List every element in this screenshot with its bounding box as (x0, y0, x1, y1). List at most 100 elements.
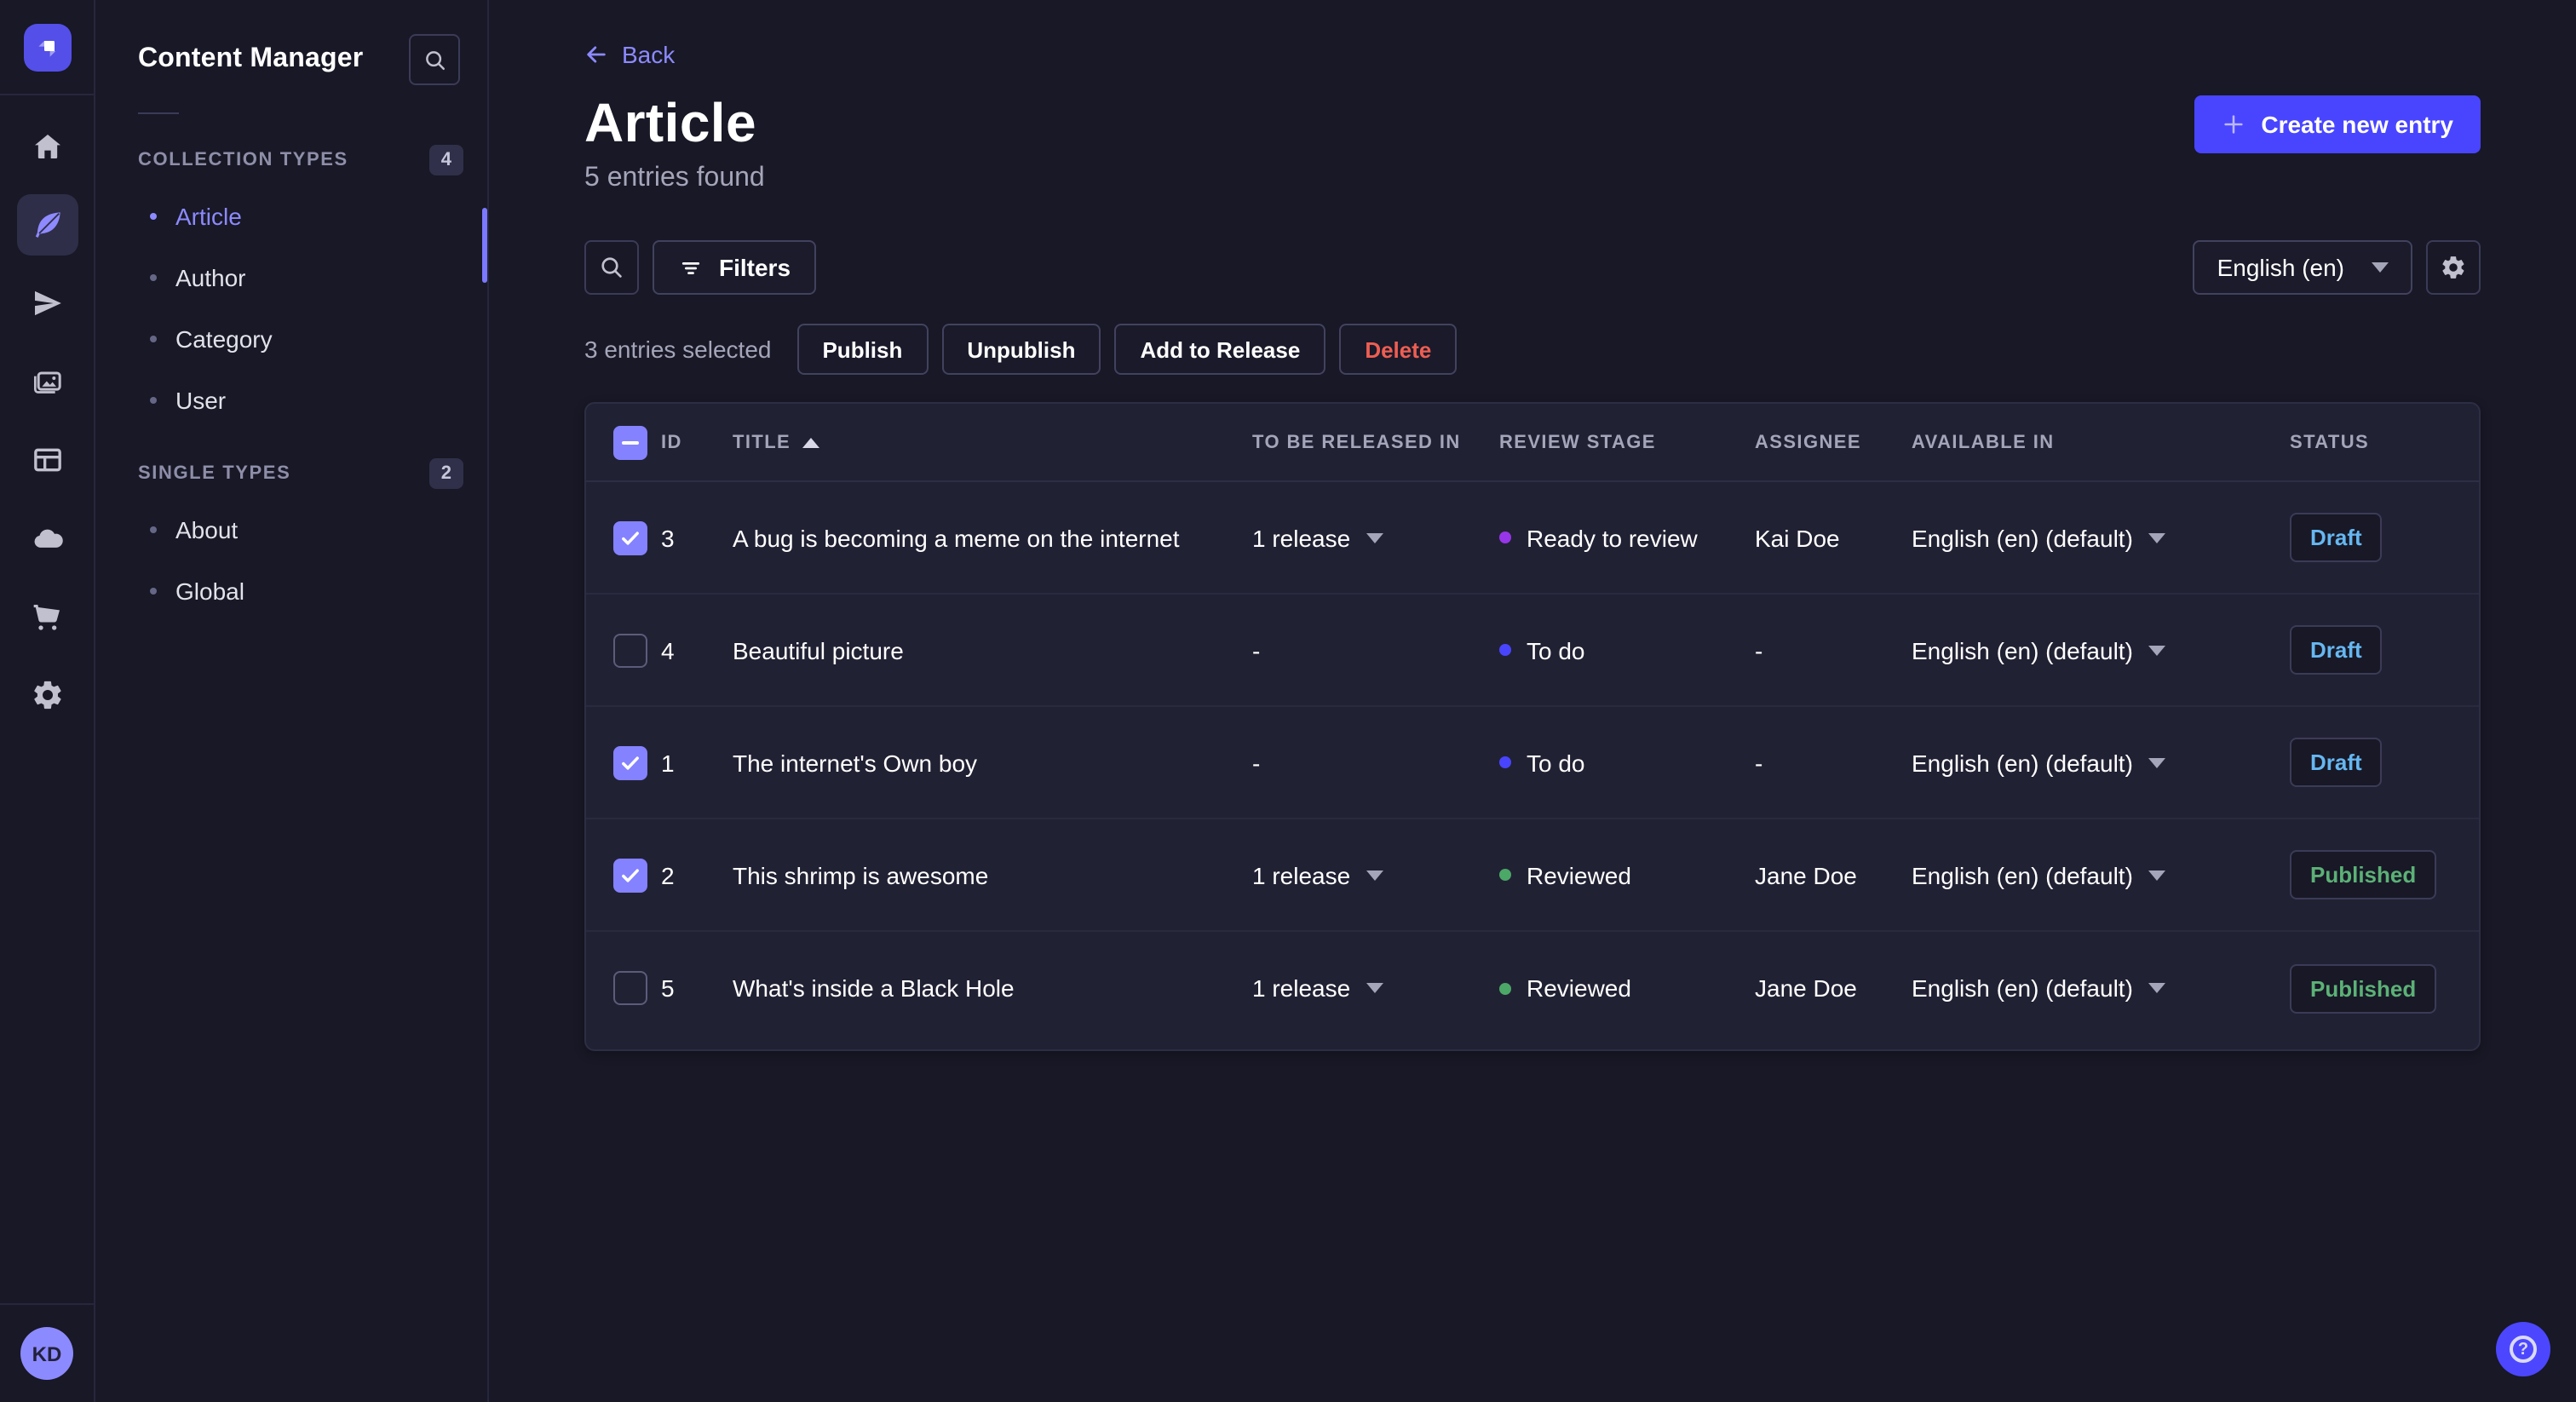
locale-select[interactable]: English (en) (2193, 240, 2412, 295)
back-link[interactable]: Back (584, 41, 675, 68)
table-row[interactable]: 2 This shrimp is awesome 1 release Revie… (586, 819, 2479, 932)
row-checkbox[interactable] (613, 520, 647, 554)
deploy-cloud-icon[interactable] (16, 508, 78, 569)
create-entry-button[interactable]: Create new entry (2194, 95, 2481, 152)
column-header-available: AVAILABLE IN (1912, 432, 2055, 452)
marketplace-cart-icon[interactable] (16, 586, 78, 647)
chevron-down-icon (2372, 262, 2389, 273)
sidebar-scrollbar-thumb[interactable] (482, 208, 487, 283)
content-manager-sidebar: Content Manager COLLECTION TYPES 4 Artic… (95, 0, 489, 1402)
back-label: Back (622, 41, 676, 68)
chevron-down-icon (2148, 870, 2165, 880)
sidebar-sections: COLLECTION TYPES 4 Article Author Catego… (95, 131, 487, 622)
row-checkbox[interactable] (613, 633, 647, 667)
publish-button[interactable]: Publish (796, 324, 929, 375)
row-locale[interactable]: English (en) (default) (1912, 861, 2290, 888)
row-assignee: - (1755, 749, 1763, 776)
bullet-icon (150, 526, 157, 533)
status-badge: Draft (2290, 513, 2383, 562)
status-badge: Published (2290, 850, 2437, 899)
row-release[interactable]: 1 release (1252, 524, 1499, 551)
sidebar-item-about[interactable]: About (95, 499, 487, 560)
row-release[interactable]: - (1252, 636, 1499, 664)
row-release[interactable]: 1 release (1252, 974, 1499, 1002)
view-settings-button[interactable] (2426, 240, 2481, 295)
main-nav-rail: KD (0, 0, 95, 1402)
row-locale[interactable]: English (en) (default) (1912, 524, 2290, 551)
rail-bottom: KD (0, 1303, 94, 1402)
bullet-icon (150, 336, 157, 342)
row-release[interactable]: 1 release (1252, 861, 1499, 888)
sidebar-item-label: Article (175, 203, 242, 230)
column-header-release: TO BE RELEASED IN (1252, 432, 1461, 452)
question-mark-icon: ? (2510, 1336, 2537, 1363)
row-review-stage: To do (1499, 749, 1755, 776)
row-locale[interactable]: English (en) (default) (1912, 636, 2290, 664)
row-assignee: Jane Doe (1755, 861, 1857, 888)
table-row[interactable]: 3 A bug is becoming a meme on the intern… (586, 482, 2479, 595)
sidebar-search-button[interactable] (409, 34, 460, 85)
sidebar-item-global[interactable]: Global (95, 560, 487, 622)
select-all-checkbox[interactable] (613, 425, 647, 459)
row-review-stage: Reviewed (1499, 861, 1755, 888)
locale-value: English (en) (2217, 254, 2344, 281)
user-avatar[interactable]: KD (20, 1327, 73, 1380)
row-title: A bug is becoming a meme on the internet (733, 524, 1180, 551)
settings-gear-icon[interactable] (16, 664, 78, 726)
table-row[interactable]: 4 Beautiful picture - To do - English (e… (586, 595, 2479, 707)
strapi-logo[interactable] (0, 0, 95, 95)
row-release[interactable]: - (1252, 749, 1499, 776)
rail-items (16, 95, 78, 726)
row-checkbox[interactable] (613, 858, 647, 892)
sidebar-divider (138, 112, 179, 114)
chevron-down-icon (2148, 645, 2165, 655)
sidebar-title: Content Manager (138, 44, 364, 73)
home-icon[interactable] (16, 116, 78, 177)
table-row[interactable]: 5 What's inside a Black Hole 1 release R… (586, 932, 2479, 1044)
row-title: What's inside a Black Hole (733, 974, 1015, 1002)
add-to-release-button[interactable]: Add to Release (1114, 324, 1326, 375)
rail-divider (0, 1303, 94, 1305)
filters-button[interactable]: Filters (653, 240, 817, 295)
column-header-status: STATUS (2290, 432, 2370, 452)
bullet-icon (150, 397, 157, 404)
sidebar-item-article[interactable]: Article (95, 186, 487, 247)
column-header-assignee: ASSIGNEE (1755, 432, 1861, 452)
strapi-logo-icon (23, 23, 71, 71)
delete-button[interactable]: Delete (1339, 324, 1458, 375)
row-locale[interactable]: English (en) (default) (1912, 974, 2290, 1002)
sidebar-item-category[interactable]: Category (95, 308, 487, 370)
row-title: This shrimp is awesome (733, 861, 989, 888)
sidebar-item-author[interactable]: Author (95, 247, 487, 308)
column-header-stage: REVIEW STAGE (1499, 432, 1656, 452)
bullet-icon (150, 213, 157, 220)
entries-table: ID TITLE TO BE RELEASED IN REVIEW STAGE … (584, 402, 2481, 1051)
row-id: 4 (661, 636, 675, 664)
table-row[interactable]: 1 The internet's Own boy - To do - Engli… (586, 707, 2479, 819)
list-toolbar: Filters English (en) (584, 240, 2481, 295)
row-checkbox[interactable] (613, 971, 647, 1005)
row-checkbox[interactable] (613, 745, 647, 779)
filters-label: Filters (719, 254, 791, 281)
chevron-down-icon (2148, 757, 2165, 767)
gear-icon (2442, 256, 2464, 279)
releases-paper-plane-icon[interactable] (16, 273, 78, 334)
row-locale[interactable]: English (en) (default) (1912, 749, 2290, 776)
search-button[interactable] (584, 240, 639, 295)
section-count-badge: 2 (428, 458, 463, 489)
column-header-id[interactable]: ID (661, 432, 733, 452)
row-id: 3 (661, 524, 675, 551)
content-manager-feather-icon[interactable] (16, 194, 78, 256)
sidebar-item-label: Author (175, 264, 246, 291)
row-id: 1 (661, 749, 675, 776)
help-button[interactable]: ? (2496, 1322, 2550, 1376)
content-type-builder-icon[interactable] (16, 429, 78, 491)
media-library-icon[interactable] (16, 351, 78, 412)
row-assignee: Kai Doe (1755, 524, 1840, 551)
sidebar-item-label: About (175, 516, 239, 543)
unpublish-button[interactable]: Unpublish (941, 324, 1101, 375)
sidebar-item-label: Global (175, 577, 244, 605)
sidebar-item-user[interactable]: User (95, 370, 487, 431)
column-header-title-sort[interactable]: TITLE (733, 432, 1252, 452)
sidebar-section: COLLECTION TYPES 4 Article Author Catego… (95, 131, 487, 431)
